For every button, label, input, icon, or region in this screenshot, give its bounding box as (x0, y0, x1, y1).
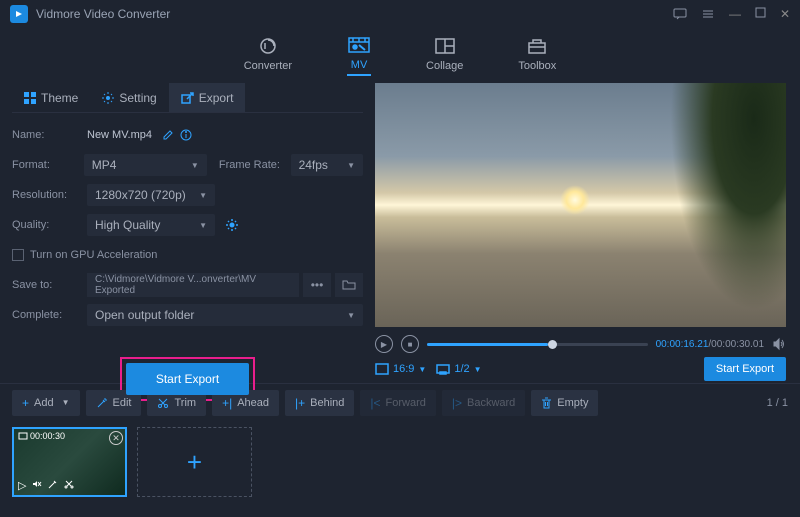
name-label: Name: (12, 129, 87, 141)
resolution-label: Resolution: (12, 189, 87, 201)
video-preview (375, 83, 786, 327)
quality-settings-icon[interactable] (225, 218, 239, 232)
subtab-theme[interactable]: Theme (12, 83, 90, 112)
forward-icon: |< (370, 396, 380, 410)
clip-duration: 00:00:30 (18, 431, 65, 441)
scissors-icon (157, 397, 169, 409)
tab-toolbox[interactable]: Toolbox (518, 36, 556, 75)
mv-icon (347, 35, 371, 55)
scale-select[interactable]: 1/2 ▼ (436, 363, 481, 375)
gpu-checkbox[interactable] (12, 249, 24, 261)
subtab-setting[interactable]: Setting (90, 83, 168, 112)
chevron-down-icon: ▼ (347, 311, 355, 320)
quality-select[interactable]: High Quality▼ (87, 214, 215, 236)
aspect-ratio-select[interactable]: 16:9 ▼ (375, 363, 426, 375)
menu-icon[interactable] (701, 7, 715, 21)
close-icon[interactable]: ✕ (780, 7, 790, 21)
toolbox-icon (525, 36, 549, 56)
complete-select[interactable]: Open output folder▼ (87, 304, 363, 326)
forward-button[interactable]: |<Forward (360, 390, 435, 416)
export-icon (181, 92, 194, 104)
add-button[interactable]: +Add ▼ (12, 390, 80, 416)
setting-icon (102, 92, 114, 104)
open-folder-icon[interactable] (335, 273, 363, 297)
add-clip-button[interactable]: + (137, 427, 252, 497)
stop-button[interactable]: ■ (401, 335, 419, 353)
collage-icon (433, 36, 457, 56)
time-display: 00:00:16.21/00:00:30.01 (656, 339, 764, 350)
tab-converter[interactable]: Converter (244, 36, 292, 75)
volume-icon[interactable] (772, 337, 786, 351)
tab-collage[interactable]: Collage (426, 36, 463, 75)
format-select[interactable]: MP4▼ (84, 154, 207, 176)
export-panel: Theme Setting Export Name: New MV.mp4 Fo… (0, 83, 375, 383)
app-logo-icon (10, 5, 28, 23)
clip-edit-icon[interactable] (48, 479, 58, 492)
chevron-down-icon: ▼ (191, 161, 199, 170)
browse-button[interactable]: ••• (303, 273, 331, 297)
backward-icon: |> (452, 396, 462, 410)
start-export-button-right[interactable]: Start Export (704, 357, 786, 381)
saveto-label: Save to: (12, 279, 87, 291)
subtab-export[interactable]: Export (169, 83, 246, 112)
start-export-button[interactable]: Start Export (126, 363, 249, 395)
wand-icon (96, 397, 108, 409)
clip-mute-icon[interactable] (32, 479, 42, 492)
complete-label: Complete: (12, 309, 87, 321)
trash-icon (541, 397, 552, 409)
resolution-select[interactable]: 1280x720 (720p)▼ (87, 184, 215, 206)
theme-icon (24, 92, 36, 104)
clip-item[interactable]: 00:00:30 ✕ ▷ (12, 427, 127, 497)
quality-label: Quality: (12, 219, 87, 231)
format-label: Format: (12, 159, 84, 171)
main-tabs: Converter MV Collage Toolbox (0, 28, 800, 83)
chevron-down-icon: ▼ (199, 191, 207, 200)
chevron-down-icon: ▼ (199, 221, 207, 230)
titlebar: Vidmore Video Converter — ✕ (0, 0, 800, 28)
seek-bar[interactable] (427, 343, 648, 346)
framerate-label: Frame Rate: (219, 159, 291, 171)
edit-name-icon[interactable] (162, 129, 174, 141)
ahead-icon: +| (222, 396, 232, 410)
maximize-icon[interactable] (755, 7, 766, 21)
behind-icon: |+ (295, 396, 305, 410)
page-indicator: 1 / 1 (767, 397, 788, 409)
plus-icon: + (22, 396, 29, 410)
framerate-select[interactable]: 24fps▼ (291, 154, 363, 176)
tab-mv[interactable]: MV (347, 35, 371, 76)
name-value: New MV.mp4 (87, 129, 152, 141)
behind-button[interactable]: |+Behind (285, 390, 354, 416)
info-name-icon[interactable] (180, 129, 192, 141)
saveto-path: C:\Vidmore\Vidmore V...onverter\MV Expor… (87, 273, 299, 297)
timeline: 00:00:30 ✕ ▷ + (0, 421, 800, 507)
clip-play-icon[interactable]: ▷ (18, 479, 26, 492)
gpu-label: Turn on GPU Acceleration (30, 249, 157, 261)
sub-tabs: Theme Setting Export (12, 83, 363, 113)
app-title: Vidmore Video Converter (36, 7, 673, 21)
chevron-down-icon: ▼ (347, 161, 355, 170)
empty-button[interactable]: Empty (531, 390, 598, 416)
backward-button[interactable]: |>Backward (442, 390, 525, 416)
minimize-icon[interactable]: — (729, 7, 741, 21)
play-button[interactable]: ▶ (375, 335, 393, 353)
feedback-icon[interactable] (673, 7, 687, 21)
remove-clip-icon[interactable]: ✕ (109, 431, 123, 445)
start-export-highlight: Start Export (120, 357, 255, 401)
converter-icon (256, 36, 280, 56)
clip-trim-icon[interactable] (64, 479, 74, 492)
